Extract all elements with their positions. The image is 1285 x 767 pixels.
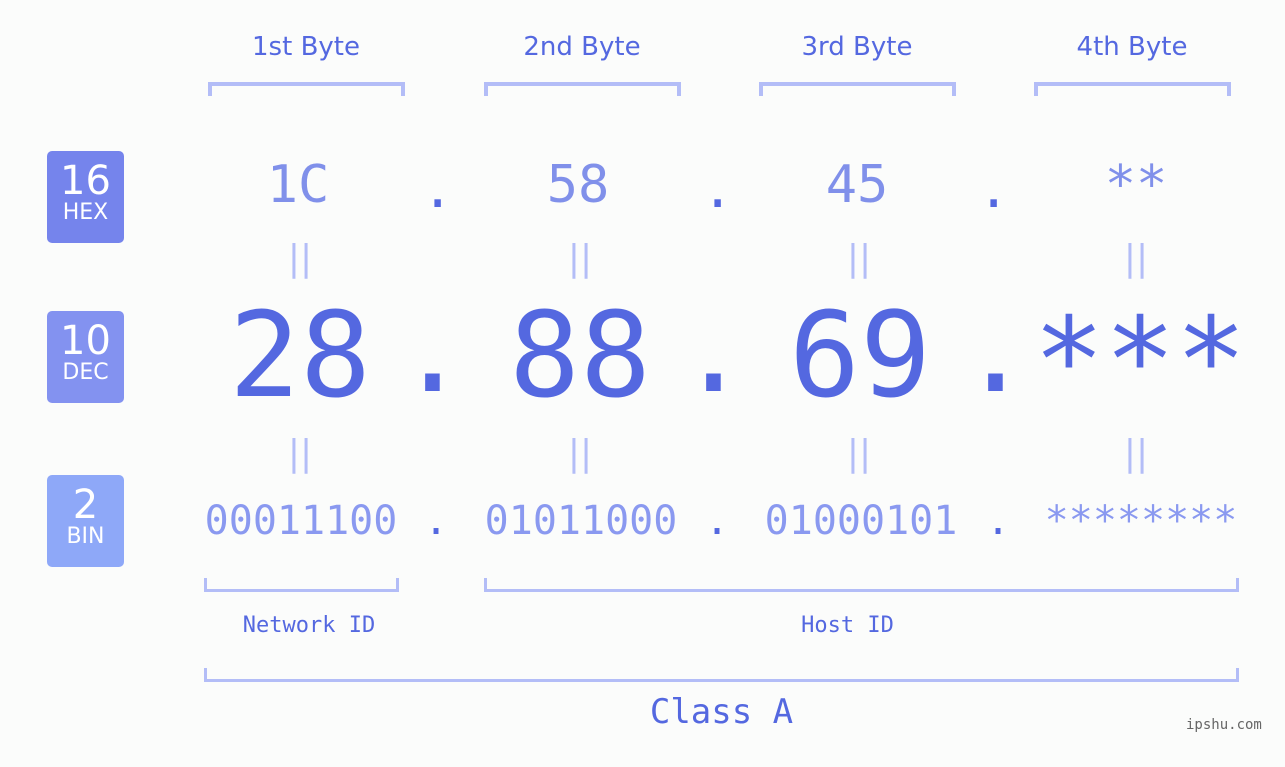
dec-badge: 10 DEC	[47, 311, 124, 403]
equals-dec-bin-1: ||	[287, 433, 313, 474]
dec-value-3: 69	[788, 286, 932, 424]
watermark: ipshu.com	[1186, 717, 1262, 733]
bin-dot-1: .	[424, 498, 449, 544]
host-id-label: Host ID	[801, 613, 894, 638]
bin-value-4: ********	[1044, 498, 1238, 544]
host-id-bracket	[484, 578, 1239, 592]
bracket-byte-2	[484, 82, 681, 96]
bin-dot-3: .	[986, 498, 1011, 544]
dec-dot-2: .	[678, 281, 750, 419]
equals-hex-dec-1: ||	[287, 238, 313, 279]
dec-value-2: 88	[508, 286, 652, 424]
bracket-byte-1	[208, 82, 405, 96]
dec-value-1: 28	[228, 286, 372, 424]
bin-badge: 2 BIN	[47, 475, 124, 567]
hex-dot-2: .	[702, 160, 734, 220]
header-byte-3: 3rd Byte	[801, 32, 913, 62]
bin-value-1: 00011100	[204, 498, 398, 544]
dec-dot-3: .	[960, 281, 1032, 419]
hex-value-2: 58	[546, 155, 610, 215]
header-byte-2: 2nd Byte	[523, 32, 641, 62]
equals-hex-dec-4: ||	[1123, 238, 1149, 279]
class-bracket	[204, 668, 1239, 682]
dec-dot-1: .	[397, 281, 469, 419]
bracket-byte-3	[759, 82, 956, 96]
bracket-byte-4	[1034, 82, 1231, 96]
hex-badge: 16 HEX	[47, 151, 124, 243]
dec-badge-label: DEC	[62, 360, 109, 385]
equals-dec-bin-3: ||	[846, 433, 872, 474]
class-label: Class A	[649, 692, 794, 732]
bin-value-3: 01000101	[764, 498, 958, 544]
hex-dot-1: .	[422, 160, 454, 220]
network-id-label: Network ID	[242, 613, 376, 638]
bin-badge-number: 2	[72, 482, 99, 528]
equals-hex-dec-3: ||	[846, 238, 872, 279]
dec-badge-number: 10	[60, 318, 111, 364]
hex-dot-3: .	[978, 160, 1010, 220]
equals-dec-bin-2: ||	[567, 433, 593, 474]
bin-badge-label: BIN	[66, 524, 105, 549]
hex-badge-label: HEX	[62, 200, 109, 225]
equals-dec-bin-4: ||	[1123, 433, 1149, 474]
bin-dot-2: .	[705, 498, 730, 544]
header-byte-4: 4th Byte	[1076, 32, 1188, 62]
hex-value-4: **	[1104, 155, 1168, 215]
equals-hex-dec-2: ||	[567, 238, 593, 279]
hex-value-1: 1C	[266, 155, 330, 215]
dec-value-4: ***	[1033, 291, 1247, 429]
header-byte-1: 1st Byte	[252, 32, 360, 62]
network-id-bracket	[204, 578, 399, 592]
bin-value-2: 01011000	[484, 498, 678, 544]
hex-badge-number: 16	[60, 158, 111, 204]
hex-value-3: 45	[825, 155, 889, 215]
